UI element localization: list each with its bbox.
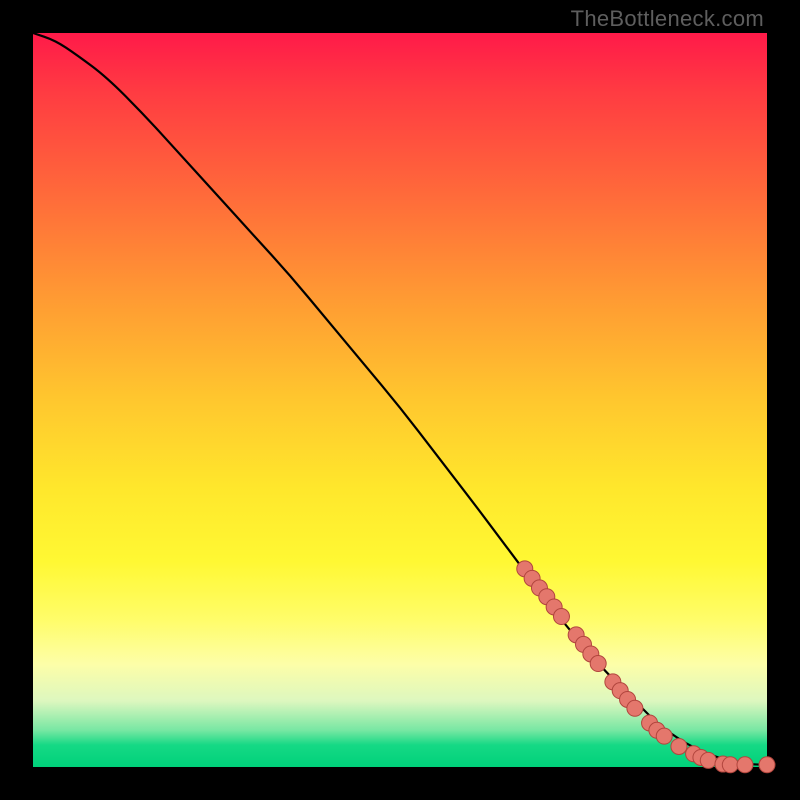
data-points [517,561,775,773]
data-point [553,609,569,625]
data-point [656,728,672,744]
chart-svg [33,33,767,767]
data-point [627,700,643,716]
watermark-text: TheBottleneck.com [571,6,764,32]
data-point [737,757,753,773]
chart-frame: TheBottleneck.com [0,0,800,800]
data-point [590,656,606,672]
data-point [700,752,716,768]
data-point [722,757,738,773]
data-point [671,738,687,754]
curve-line [33,33,767,765]
plot-area [33,33,767,767]
data-point [759,757,775,773]
